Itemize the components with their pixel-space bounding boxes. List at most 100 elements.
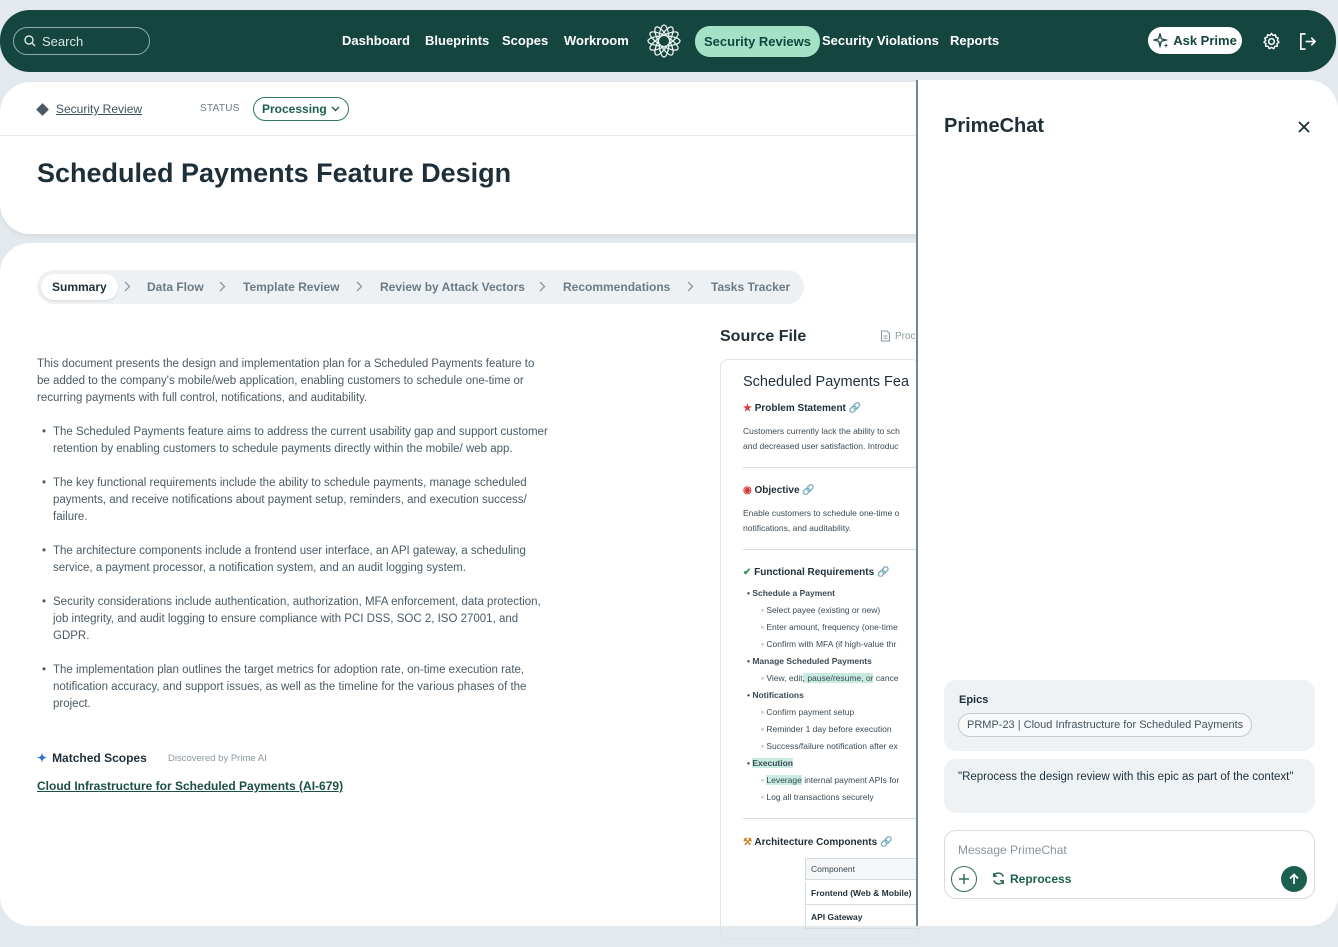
epics-context: Epics PRMP-23 | Cloud Infrastructure for… <box>944 680 1315 751</box>
list-item: Security considerations include authenti… <box>37 594 549 645</box>
nav-scopes[interactable]: Scopes <box>502 33 548 48</box>
architecture-title: Architecture Components <box>754 837 878 848</box>
table-row: Frontend (Web & Mobile) <box>805 882 919 905</box>
breadcrumb: Security Review <box>36 102 142 116</box>
doc-subheading: • Manage Scheduled Payments <box>747 656 872 666</box>
table-row: API Gateway <box>805 906 919 929</box>
doc-list-item: ◦ View, edit, pause/resume, or cance <box>761 673 899 683</box>
chevron-right-icon <box>356 281 363 292</box>
doc-section-objective: ◉ Objective 🔗 <box>743 485 815 496</box>
arrow-up-icon <box>1289 873 1299 884</box>
doc-text: and decreased user satisfaction. Introdu… <box>743 441 899 451</box>
source-file-preview[interactable]: Scheduled Payments Fea ★ Problem Stateme… <box>720 359 920 939</box>
doc-subheading: • Notifications <box>747 690 804 700</box>
plus-icon <box>959 874 969 884</box>
nav-workroom[interactable]: Workroom <box>564 33 629 48</box>
matched-scopes-subtitle: Discovered by Prime AI <box>168 753 267 764</box>
functional-title: Functional Requirements <box>754 567 875 578</box>
chat-composer: Reprocess <box>944 830 1315 899</box>
doc-list-item: ◦ Confirm with MFA (if high-value thr <box>761 639 897 649</box>
doc-section-functional: ✔ Functional Requirements 🔗 <box>743 567 890 578</box>
tab-tasks-tracker[interactable]: Tasks Tracker <box>711 280 790 294</box>
divider <box>743 549 919 550</box>
add-attachment-button[interactable] <box>951 866 977 892</box>
chat-message: "Reprocess the design review with this e… <box>944 759 1315 813</box>
list-item: The Scheduled Payments feature aims to a… <box>37 424 549 458</box>
problem-title: Problem Statement <box>754 403 846 414</box>
status-value: Processing <box>262 102 327 116</box>
reprocess-button[interactable]: Reprocess <box>991 871 1071 886</box>
scope-link[interactable]: Cloud Infrastructure for Scheduled Payme… <box>37 779 343 793</box>
doc-list-item: ◦ Log all transactions securely <box>761 792 874 802</box>
review-tabs: Summary Data Flow Template Review Review… <box>37 270 804 304</box>
chevron-down-icon <box>331 106 340 112</box>
epics-label: Epics <box>959 694 989 706</box>
tab-attack-vectors[interactable]: Review by Attack Vectors <box>380 280 525 294</box>
doc-list-item: ◦ Select payee (existing or new) <box>761 605 881 615</box>
doc-text: Enable customers to schedule one-time o <box>743 508 900 518</box>
summary-bullets: The Scheduled Payments feature aims to a… <box>37 424 549 730</box>
logo-icon[interactable] <box>646 23 682 59</box>
message-input[interactable] <box>958 841 1258 859</box>
nav-reports[interactable]: Reports <box>950 33 999 48</box>
chevron-right-icon <box>219 281 226 292</box>
pin-icon: ✦ <box>37 751 48 765</box>
sparkle-icon <box>1153 32 1169 48</box>
gear-icon[interactable] <box>1262 32 1281 56</box>
page-title: Scheduled Payments Feature Design <box>37 158 512 188</box>
chat-title: PrimeChat <box>944 115 1045 137</box>
nav-security-reviews[interactable]: Security Reviews <box>695 26 820 57</box>
summary-intro: This document presents the design and im… <box>37 358 535 404</box>
document-icon <box>880 330 891 342</box>
send-button[interactable] <box>1281 866 1307 892</box>
doc-subheading: • Schedule a Payment <box>747 588 836 598</box>
close-icon[interactable] <box>1298 120 1310 138</box>
tab-recommendations[interactable]: Recommendations <box>563 280 670 294</box>
divider <box>743 467 919 468</box>
status-label: STATUS <box>200 103 240 114</box>
doc-section-architecture: ⚒ Architecture Components 🔗 <box>743 837 893 848</box>
objective-title: Objective <box>754 485 800 496</box>
nav-blueprints[interactable]: Blueprints <box>425 33 489 48</box>
ask-prime-label: Ask Prime <box>1173 33 1237 48</box>
doc-list-item: ◦ Enter amount, frequency (one-time <box>761 622 898 632</box>
nav-security-violations[interactable]: Security Violations <box>822 33 939 48</box>
tab-data-flow[interactable]: Data Flow <box>147 280 204 294</box>
source-file-title: Source File <box>720 328 807 345</box>
reprocess-label: Reprocess <box>1010 871 1072 886</box>
doc-list-item: ◦ Leverage internal payment APIs for <box>761 775 900 785</box>
matched-scopes-title: Matched Scopes <box>52 751 147 765</box>
logout-icon[interactable] <box>1298 32 1317 56</box>
primechat-panel: PrimeChat Epics PRMP-23 | Cloud Infrastr… <box>916 80 1338 926</box>
matched-scopes-heading: ✦ Matched Scopes <box>37 751 147 765</box>
doc-list-item: ◦ Reminder 1 day before execution <box>761 724 892 734</box>
table-header: Component <box>805 858 919 880</box>
doc-text: notifications, and auditability. <box>743 523 852 533</box>
tab-template-review[interactable]: Template Review <box>243 280 339 294</box>
nav-dashboard[interactable]: Dashboard <box>342 33 410 48</box>
chevron-right-icon <box>124 281 131 292</box>
processed-label: Proc <box>895 330 916 342</box>
epic-chip[interactable]: PRMP-23 | Cloud Infrastructure for Sched… <box>958 713 1253 737</box>
doc-list-item: ◦ Success/failure notification after ex <box>761 741 898 751</box>
status-dropdown[interactable]: Processing <box>253 97 349 121</box>
chevron-right-icon <box>539 281 546 292</box>
divider <box>0 135 916 136</box>
document-title: Scheduled Payments Fea <box>743 374 910 390</box>
top-navigation: Search Dashboard Blueprints Scopes Workr… <box>0 10 1336 72</box>
doc-text: Customers currently lack the ability to … <box>743 426 900 436</box>
list-item: The key functional requirements include … <box>37 475 549 526</box>
breadcrumb-security-review[interactable]: Security Review <box>56 102 142 116</box>
chevron-right-icon <box>687 281 694 292</box>
list-item: The implementation plan outlines the tar… <box>37 662 549 713</box>
tab-summary[interactable]: Summary <box>41 274 118 300</box>
diamond-icon <box>36 102 49 116</box>
refresh-icon <box>993 872 1004 885</box>
processed-file-link[interactable]: Proc <box>880 330 916 342</box>
doc-section-problem: ★ Problem Statement 🔗 <box>743 403 862 414</box>
ask-prime-button[interactable]: Ask Prime <box>1148 27 1242 54</box>
divider <box>743 818 919 819</box>
doc-list-item: ◦ Confirm payment setup <box>761 707 855 717</box>
doc-subheading: • Execution <box>747 758 793 768</box>
list-item: The architecture components include a fr… <box>37 543 549 577</box>
